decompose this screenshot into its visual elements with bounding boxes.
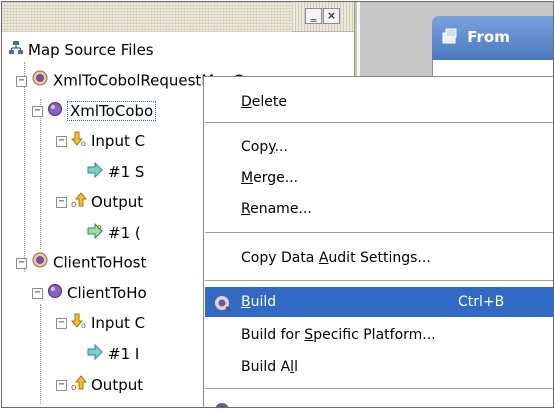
close-button[interactable]: × [323,8,340,24]
menu-item-label: elete [251,94,287,110]
menu-item-build-all[interactable]: Build All [205,352,553,382]
collapse-icon[interactable]: − [32,106,43,117]
menu-item-delete[interactable]: Delete [205,87,553,117]
menu-item-copy[interactable]: Copy... [205,132,553,162]
svg-text:o: o [81,321,86,329]
svg-text:o: o [97,223,101,231]
tree-item-label: #1 I [108,345,140,363]
tree-item-label: Output [91,376,144,394]
tree-item-map-definition-2[interactable]: − ClientToHo [32,282,147,304]
minimize-button[interactable]: ‗ [305,8,322,24]
menu-item-label: udit Settings... [328,250,431,266]
map-file-icon [31,69,49,93]
menu-item-label: ... [274,139,288,155]
tree-item-label: Output [91,193,144,211]
tree-item-output-card-2[interactable]: − o Output [56,374,143,396]
tree-item-label: ClientToHost [53,253,147,272]
tree-item-label: Input C [91,132,146,150]
tree-item-label: Input C [91,314,146,332]
collapse-icon[interactable]: − [56,318,67,329]
menu-item-build-for-specific-platform[interactable]: Build for Specific Platform... [205,320,553,350]
map-definition-icon [47,101,63,123]
menu-item-icon [213,396,233,407]
tree-item-input-object-1[interactable]: #1 S [86,161,144,183]
tree-root-label: Map Source Files [28,41,154,59]
menu-item-label: Cop [241,139,269,155]
tree-guide-line [40,304,41,404]
svg-text:o: o [71,200,77,208]
build-icon [213,293,233,323]
input-object-icon [86,343,104,366]
tree-guide-line [24,62,25,272]
menu-item-label: Build A [241,359,291,375]
input-card-icon: o [70,131,87,153]
menu-separator [205,388,553,389]
input-object-icon [86,161,104,184]
tree-item-output-card-1[interactable]: − o Output [56,191,143,213]
menu-item-label: erge... [253,170,299,186]
menu-item-copy-data-audit-settings[interactable]: Copy Data Audit Settings... [205,243,553,273]
collapse-icon[interactable]: − [16,257,27,269]
tree-root-map-source-files[interactable]: Map Source Files [8,39,154,61]
menu-separator [205,122,553,123]
menu-item-label: pecific Platform... [313,327,436,343]
map-file-icon [31,251,49,275]
collapse-icon[interactable]: − [32,288,43,299]
collapse-icon[interactable]: − [16,75,27,87]
mnemonic: M [241,170,254,186]
menu-item-label: Copy Data [241,250,319,266]
menu-item-shortcut: Ctrl+B [458,294,505,310]
menu-item-label: l [294,359,298,375]
hierarchy-icon [8,40,24,62]
menu-item-label: Build for [241,327,305,343]
mnemonic: S [304,327,314,343]
collapse-icon[interactable]: − [56,380,67,391]
menu-item-rename[interactable]: Rename... [205,194,553,224]
svg-text:o: o [81,139,86,147]
output-card-icon: o [71,191,88,214]
menu-separator [205,280,553,281]
mnemonic: R [241,201,251,217]
collapse-icon[interactable]: − [56,197,67,208]
map-definition-icon [47,283,63,305]
window-frame: From ‗ × Map Source Files − XmlToCobolRe… [1,1,554,408]
from-panel-header[interactable]: From [432,16,553,60]
context-menu: Delete Copy... Merge... Rename... Copy D… [203,76,553,407]
menu-item-label: ename... [250,201,312,217]
from-panel-title: From [467,28,510,46]
tree-item-output-object-1[interactable]: o #1 ( [86,222,141,244]
menu-item-partial[interactable] [205,393,553,407]
tree-item-input-card-1[interactable]: − o Input C [56,130,145,152]
tree-item-input-object-2[interactable]: #1 I [86,343,139,365]
output-object-icon: o [86,222,104,245]
menu-item-label: uild [250,294,277,310]
tree-item-label: XmlToCobo [67,101,157,121]
mnemonic: D [241,94,252,110]
toolbar-grip [2,2,292,32]
tree-item-label: #1 S [108,163,145,181]
menu-item-merge[interactable]: Merge... [205,163,553,193]
menu-separator [205,232,553,233]
tree-item-map-definition-1[interactable]: − XmlToCobo [32,100,157,123]
tree-item-input-card-2[interactable]: − o Input C [56,312,145,334]
tree-item-map-2[interactable]: − ClientToHost [16,251,146,273]
input-card-icon: o [70,313,87,335]
tree-item-label: ClientToHo [67,284,147,302]
output-card-icon: o [71,374,88,397]
collapse-icon[interactable]: − [56,136,67,147]
menu-item-build[interactable]: Build Ctrl+B [205,287,553,317]
mnemonic: B [241,294,251,310]
svg-text:o: o [71,383,77,391]
mnemonic: A [318,250,329,266]
from-panel-icon [442,28,467,46]
tree-item-label: #1 ( [108,224,141,242]
panel-toolbar: ‗ × [2,2,357,32]
